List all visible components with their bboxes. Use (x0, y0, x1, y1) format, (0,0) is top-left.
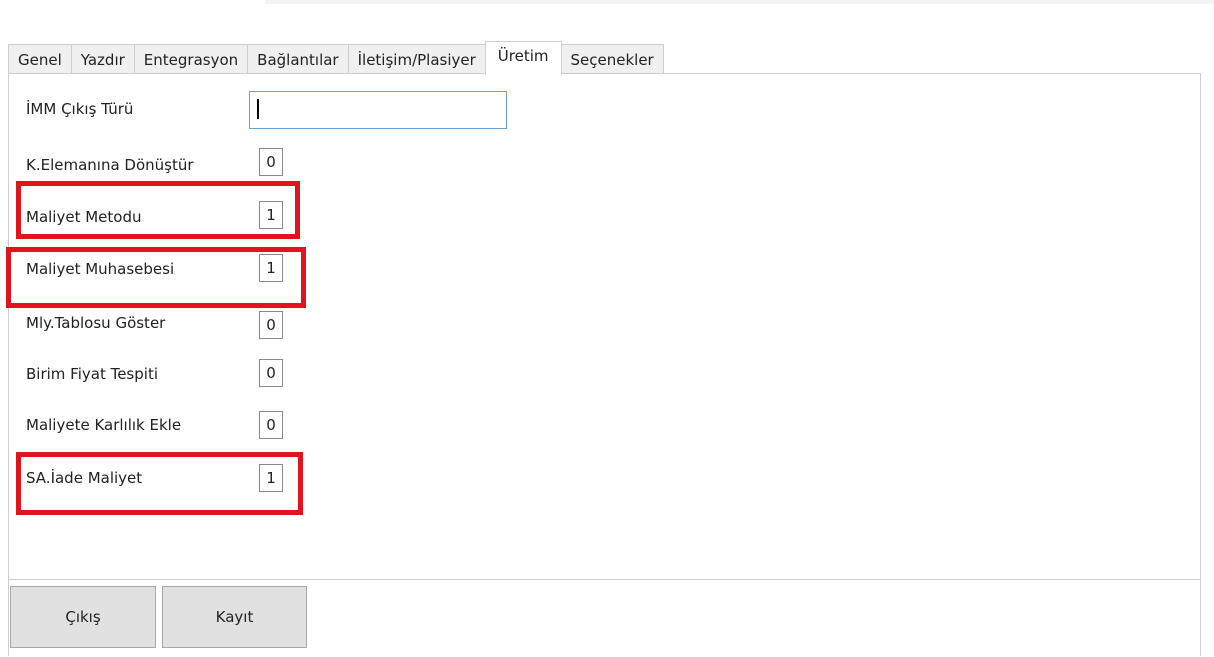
maliyet-muhasebesi-label: Maliyet Muhasebesi (26, 260, 175, 278)
tab-iletisim-plasiyer[interactable]: İletişim/Plasiyer (347, 44, 486, 74)
k-elemanina-donustur-field[interactable]: 0 (259, 148, 283, 176)
birim-fiyat-tespiti-label: Birim Fiyat Tespiti (26, 365, 158, 383)
maliyet-muhasebesi-field[interactable]: 1 (259, 254, 283, 282)
k-elemanina-donustur-label: K.Elemanına Dönüştür (26, 156, 194, 174)
mly-tablosu-goster-label: Mly.Tablosu Göster (26, 314, 166, 332)
mly-tablosu-goster-field[interactable]: 0 (259, 311, 283, 339)
imm-cikis-turu-label: İMM Çıkış Türü (26, 100, 134, 118)
tab-secenekler[interactable]: Seçenekler (560, 44, 664, 74)
uretim-tab-panel: İMM Çıkış Türü K.Elemanına Dönüştür 0 Ma… (8, 73, 1201, 580)
birim-fiyat-tespiti-field[interactable]: 0 (259, 359, 283, 387)
imm-cikis-turu-input[interactable] (249, 91, 507, 129)
top-strip (0, 0, 1214, 37)
tab-genel[interactable]: Genel (8, 44, 72, 74)
settings-window: Genel Yazdır Entegrasyon Bağlantılar İle… (0, 0, 1214, 657)
top-divider (265, 0, 1214, 4)
save-button[interactable]: Kayıt (162, 586, 307, 648)
maliyet-metodu-field[interactable]: 1 (259, 201, 283, 229)
tab-yazdir[interactable]: Yazdır (70, 44, 135, 74)
bottom-action-bar: Çıkış Kayıt (8, 580, 1201, 656)
text-caret (257, 99, 259, 119)
sa-iade-maliyet-field[interactable]: 1 (259, 464, 283, 492)
sa-iade-maliyet-label: SA.İade Maliyet (26, 469, 143, 487)
maliyete-karlilik-ekle-field[interactable]: 0 (259, 411, 283, 439)
tab-baglantilar[interactable]: Bağlantılar (247, 44, 349, 74)
tab-uretim[interactable]: Üretim (484, 41, 562, 75)
exit-button[interactable]: Çıkış (10, 586, 156, 648)
maliyet-metodu-label: Maliyet Metodu (26, 208, 142, 226)
tab-entegrasyon[interactable]: Entegrasyon (133, 44, 249, 74)
tab-strip: Genel Yazdır Entegrasyon Bağlantılar İle… (8, 41, 664, 75)
maliyete-karlilik-ekle-label: Maliyete Karlılık Ekle (26, 416, 182, 434)
